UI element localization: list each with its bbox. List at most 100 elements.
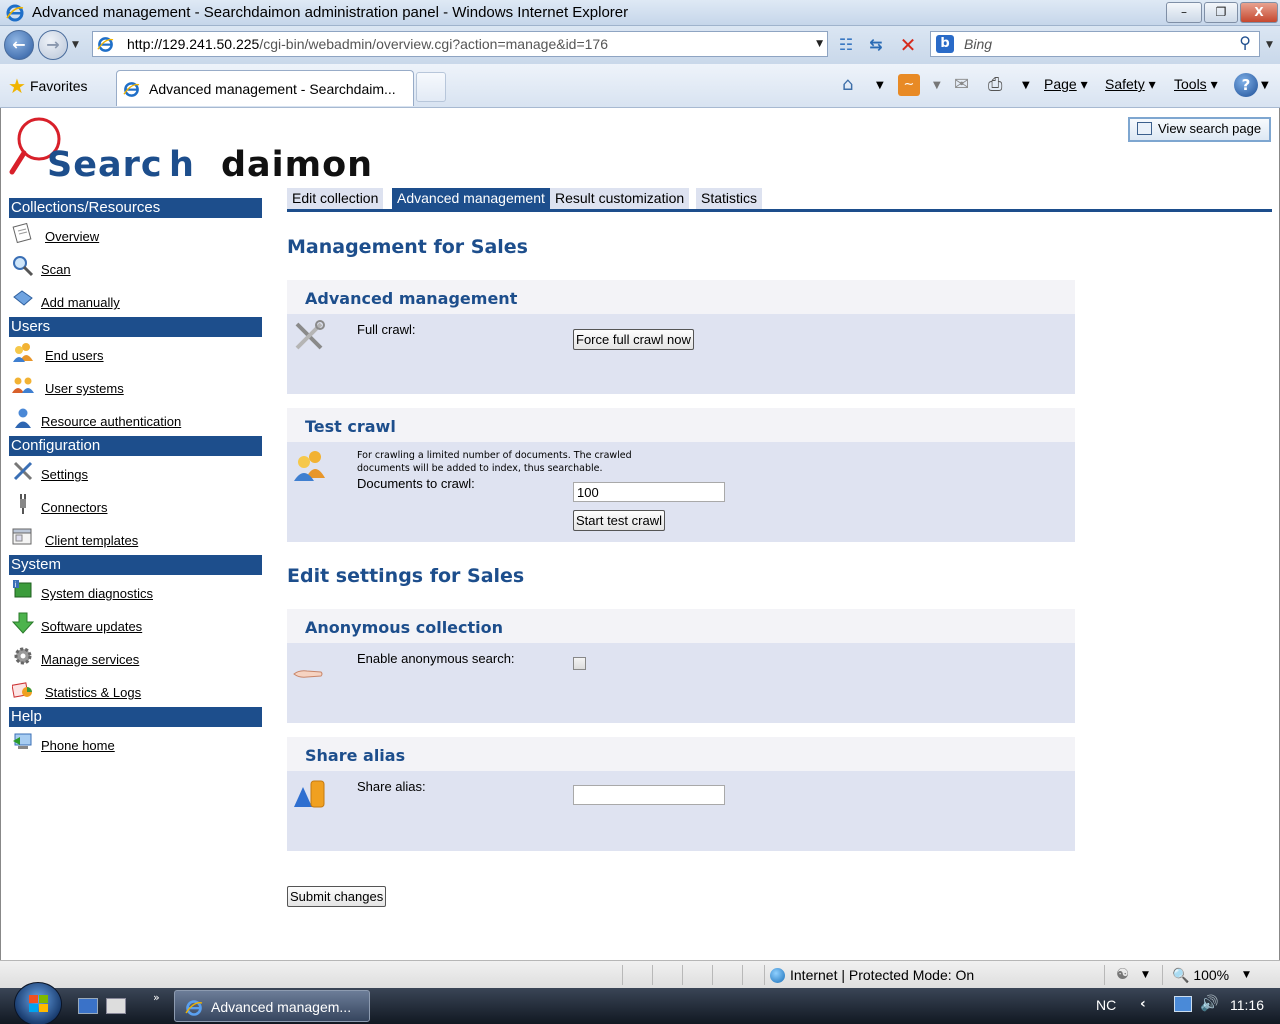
tools-icon	[13, 461, 33, 481]
test-crawl-description: For crawling a limited number of documen…	[357, 450, 632, 474]
bing-logo-icon: b	[936, 35, 954, 53]
sidebar-item-connectors[interactable]: Connectors	[9, 489, 262, 522]
popup-blocker-icon[interactable]: ☯	[1116, 965, 1129, 983]
print-icon[interactable]: ⎙	[988, 74, 1002, 95]
zoom-dropdown-icon[interactable]: ▼	[1243, 970, 1250, 980]
share-alias-label: Share alias:	[357, 779, 426, 794]
advanced-management-panel: Advanced management Full crawl: Force fu…	[287, 280, 1075, 394]
help-icon[interactable]: ?	[1234, 73, 1258, 97]
switch-windows-icon[interactable]	[106, 998, 126, 1014]
browser-tab[interactable]: Advanced management - Searchdaim...	[116, 70, 414, 106]
pointing-hand-icon	[293, 670, 323, 678]
anonymous-collection-panel: Anonymous collection Enable anonymous se…	[287, 609, 1075, 723]
tab-result-customization[interactable]: Result customization	[550, 188, 690, 209]
diagnostics-icon: i	[13, 580, 32, 598]
tab-advanced-management[interactable]: Advanced management	[392, 188, 550, 209]
sidebar: Collections/Resources Overview Scan Add …	[9, 198, 262, 760]
minimize-button[interactable]: –	[1166, 2, 1202, 23]
sidebar-item-client-templates[interactable]: Client templates	[9, 522, 262, 555]
help-dropdown-icon[interactable]: ▼	[1261, 80, 1269, 91]
volume-icon[interactable]: 🔊	[1200, 994, 1219, 1012]
tools-menu[interactable]: Tools ▾	[1174, 76, 1218, 93]
download-arrow-icon	[12, 612, 34, 634]
address-dropdown-icon[interactable]: ▼	[816, 39, 823, 49]
address-bar[interactable]: http://129.241.50.225/cgi-bin/webadmin/o…	[92, 31, 828, 57]
clock[interactable]: 11:16	[1230, 997, 1264, 1013]
search-box[interactable]: b Bing ⚲	[930, 31, 1260, 57]
content-tabs: Edit collection Advanced management Resu…	[287, 188, 1272, 212]
test-crawl-panel: Test crawl For crawling a limited number…	[287, 408, 1075, 542]
zoom-level[interactable]: 🔍 100%	[1172, 967, 1229, 984]
compatibility-view-icon[interactable]: ☷	[834, 33, 858, 57]
sidebar-item-phone-home[interactable]: Phone home	[9, 727, 262, 760]
edit-settings-title: Edit settings for Sales	[287, 565, 525, 587]
share-alias-input[interactable]	[573, 785, 725, 805]
new-tab-button[interactable]	[416, 72, 446, 102]
network-icon[interactable]	[1174, 996, 1192, 1012]
submit-changes-button[interactable]: Submit changes	[287, 886, 387, 907]
sidebar-item-overview[interactable]: Overview	[9, 218, 262, 251]
anonymous-search-checkbox[interactable]	[573, 657, 586, 670]
sidebar-item-system-diagnostics[interactable]: i System diagnostics	[9, 575, 262, 608]
home-dropdown-icon[interactable]: ▼	[876, 80, 884, 91]
svg-text:h: h	[169, 145, 194, 184]
refresh-icon[interactable]: ⇆	[864, 33, 888, 57]
test-crawl-heading: Test crawl	[287, 408, 1075, 442]
address-url[interactable]: http://129.241.50.225/cgi-bin/webadmin/o…	[127, 36, 608, 52]
back-button[interactable]: ←	[4, 30, 34, 60]
home-icon[interactable]: ⌂	[842, 74, 853, 95]
close-window-button[interactable]: X	[1240, 2, 1278, 23]
tab-edit-collection[interactable]: Edit collection	[287, 188, 384, 209]
sidebar-item-user-systems[interactable]: User systems	[9, 370, 262, 403]
shapes-icon	[294, 780, 325, 808]
stop-icon[interactable]: ✕	[896, 33, 920, 57]
window-title: Advanced management - Searchdaimon admin…	[32, 4, 629, 21]
sidebar-item-resource-authentication[interactable]: Resource authentication	[9, 403, 262, 436]
mail-icon[interactable]: ✉	[954, 74, 969, 95]
ie-taskbar-icon	[185, 1000, 203, 1016]
language-indicator[interactable]: NC	[1096, 997, 1116, 1013]
view-search-page-button[interactable]: View search page	[1128, 117, 1271, 142]
start-button[interactable]	[14, 982, 62, 1024]
print-dropdown-icon[interactable]: ▼	[1022, 80, 1030, 91]
forward-button[interactable]: →	[38, 30, 68, 60]
recent-pages-dropdown-icon[interactable]: ▼	[72, 40, 79, 50]
anonymous-search-label: Enable anonymous search:	[357, 651, 515, 666]
feeds-dropdown-icon[interactable]: ▼	[933, 80, 941, 91]
page-menu[interactable]: Page ▾	[1044, 76, 1088, 93]
sidebar-item-software-updates[interactable]: Software updates	[9, 608, 262, 641]
status-divider	[742, 965, 743, 985]
tab-statistics[interactable]: Statistics	[696, 188, 763, 209]
popup-dropdown-icon[interactable]: ▼	[1142, 970, 1149, 980]
search-dropdown-icon[interactable]: ▼	[1266, 40, 1273, 50]
quicklaunch-more-icon[interactable]: »	[153, 991, 160, 1004]
force-full-crawl-button[interactable]: Force full crawl now	[573, 329, 694, 350]
phone-home-icon	[13, 733, 32, 749]
security-zone[interactable]: Internet | Protected Mode: On	[790, 967, 974, 983]
sidebar-item-manage-services[interactable]: Manage services	[9, 641, 262, 674]
show-hidden-icons-icon[interactable]: ‹	[1140, 996, 1146, 1012]
share-alias-panel: Share alias Share alias:	[287, 737, 1075, 851]
globe-icon	[770, 968, 785, 983]
svg-text:daimon: daimon	[221, 145, 373, 184]
sidebar-item-statistics-logs[interactable]: Statistics & Logs	[9, 674, 262, 707]
search-icon[interactable]: ⚲	[1239, 33, 1251, 52]
user-icon	[15, 408, 31, 428]
feeds-icon[interactable]: ∼	[898, 74, 920, 96]
sidebar-item-settings[interactable]: Settings	[9, 456, 262, 489]
favorites-button[interactable]: ★ Favorites	[4, 72, 96, 100]
status-divider	[622, 965, 623, 985]
show-desktop-icon[interactable]	[78, 998, 98, 1014]
sidebar-item-end-users[interactable]: End users	[9, 337, 262, 370]
documents-to-crawl-input[interactable]	[573, 482, 725, 502]
start-test-crawl-button[interactable]: Start test crawl	[573, 510, 665, 531]
gear-icon	[14, 647, 32, 665]
maximize-button[interactable]: ❐	[1204, 2, 1238, 23]
safety-menu[interactable]: Safety ▾	[1105, 76, 1156, 93]
management-title: Management for Sales	[287, 236, 528, 258]
taskbar-ie-button[interactable]: Advanced managem...	[174, 990, 370, 1022]
searchdaimon-logo: Searc h daimon	[9, 117, 373, 184]
sidebar-item-scan[interactable]: Scan	[9, 251, 262, 284]
sidebar-item-add-manually[interactable]: Add manually	[9, 284, 262, 317]
search-input[interactable]: Bing	[964, 36, 992, 52]
